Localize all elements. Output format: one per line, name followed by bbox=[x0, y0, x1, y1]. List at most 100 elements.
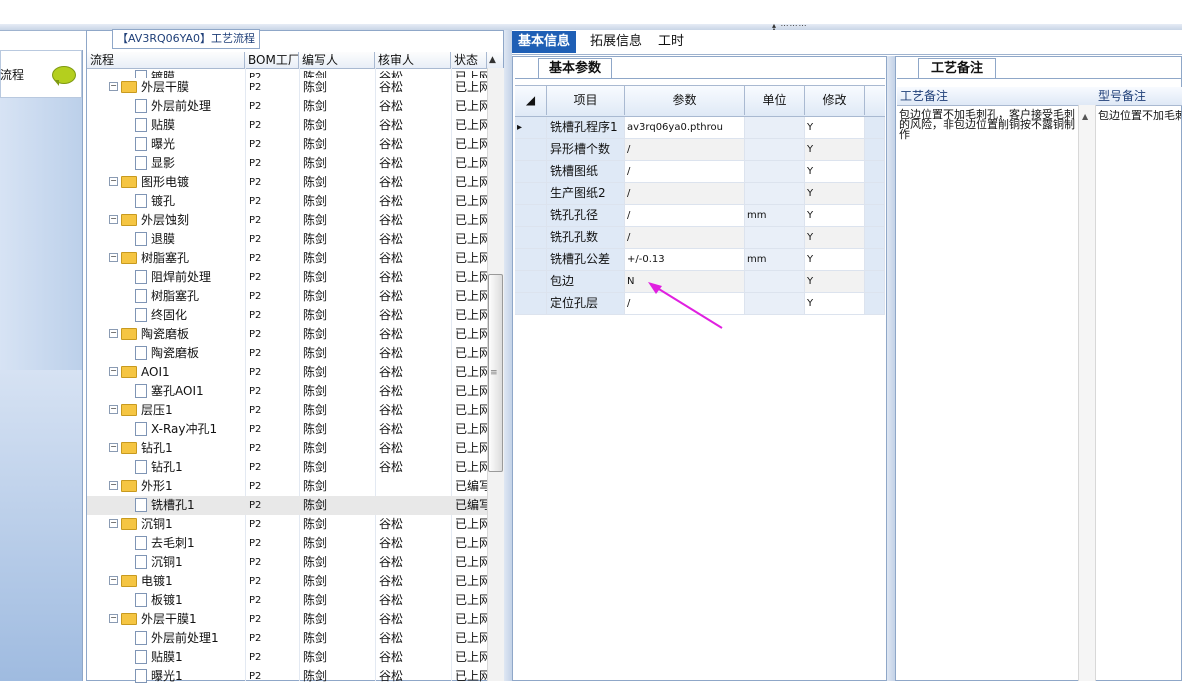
tree-row[interactable]: − 外层干膜 P2 陈剑 谷松 已上网 bbox=[87, 78, 487, 97]
expand-icon[interactable]: − bbox=[109, 614, 118, 623]
tree-col-status[interactable]: 状态 bbox=[451, 52, 487, 68]
expand-icon[interactable]: − bbox=[109, 82, 118, 91]
expand-icon[interactable]: − bbox=[109, 576, 118, 585]
row-indicator[interactable] bbox=[515, 183, 547, 204]
grid-corner[interactable]: ◢ bbox=[515, 85, 547, 115]
tree-col-reviewer[interactable]: 核审人 bbox=[375, 52, 451, 68]
tree-col-process[interactable]: 流程 bbox=[87, 52, 245, 68]
param-modify-cell[interactable]: Y bbox=[805, 293, 865, 314]
param-unit-cell[interactable] bbox=[745, 183, 805, 204]
param-unit-cell[interactable] bbox=[745, 161, 805, 182]
param-modify-cell[interactable]: Y bbox=[805, 161, 865, 182]
tree-row[interactable]: 沉铜1 P2 陈剑 谷松 已上网 bbox=[87, 553, 487, 572]
tree-row[interactable]: − 外层干膜1 P2 陈剑 谷松 已上网 bbox=[87, 610, 487, 629]
tree-row[interactable]: 贴膜 P2 陈剑 谷松 已上网 bbox=[87, 116, 487, 135]
tree-col-writer[interactable]: 编写人 bbox=[299, 52, 375, 68]
param-value-cell[interactable]: / bbox=[625, 205, 745, 226]
tree-row[interactable]: 阻焊前处理 P2 陈剑 谷松 已上网 bbox=[87, 268, 487, 287]
param-value-cell[interactable]: +/-0.13 bbox=[625, 249, 745, 270]
tree-row[interactable]: − 层压1 P2 陈剑 谷松 已上网 bbox=[87, 401, 487, 420]
param-modify-cell[interactable]: Y bbox=[805, 117, 865, 138]
row-indicator[interactable] bbox=[515, 205, 547, 226]
param-modify-cell[interactable]: Y bbox=[805, 227, 865, 248]
param-unit-cell[interactable] bbox=[745, 117, 805, 138]
param-value-cell[interactable]: / bbox=[625, 161, 745, 182]
param-unit-cell[interactable]: mm bbox=[745, 249, 805, 270]
tab-work-hours[interactable]: 工时 bbox=[652, 31, 690, 53]
param-modify-cell[interactable]: Y bbox=[805, 249, 865, 270]
param-unit-cell[interactable] bbox=[745, 271, 805, 292]
tree-row[interactable]: 终固化 P2 陈剑 谷松 已上网 bbox=[87, 306, 487, 325]
tree-row[interactable]: 贴膜1 P2 陈剑 谷松 已上网 bbox=[87, 648, 487, 667]
notes-scrollbar[interactable] bbox=[1078, 105, 1096, 681]
tree-row[interactable]: − 外层蚀刻 P2 陈剑 谷松 已上网 bbox=[87, 211, 487, 230]
expand-icon[interactable]: − bbox=[109, 367, 118, 376]
tree-row[interactable]: 显影 P2 陈剑 谷松 已上网 bbox=[87, 154, 487, 173]
param-modify-cell[interactable]: Y bbox=[805, 183, 865, 204]
row-indicator[interactable] bbox=[515, 271, 547, 292]
params-row[interactable]: 铣槽图纸 / Y bbox=[515, 161, 885, 183]
params-row[interactable]: 铣孔孔数 / Y bbox=[515, 227, 885, 249]
grid-col-item[interactable]: 项目 bbox=[547, 85, 625, 115]
param-value-cell[interactable]: / bbox=[625, 227, 745, 248]
notes-col-model[interactable]: 型号备注 bbox=[1095, 87, 1182, 105]
scroll-up-icon[interactable]: ▲ bbox=[489, 55, 496, 65]
tab-process-notes[interactable]: 工艺备注 bbox=[918, 58, 996, 79]
splitter-grip-icon[interactable]: ▴ ⋯⋯⋯ ▴ bbox=[772, 22, 812, 34]
tree-row[interactable]: − AOI1 P2 陈剑 谷松 已上网 bbox=[87, 363, 487, 382]
current-row-marker-icon[interactable]: ▸ bbox=[515, 117, 547, 138]
expand-icon[interactable]: − bbox=[109, 443, 118, 452]
tree-row[interactable]: − 树脂塞孔 P2 陈剑 谷松 已上网 bbox=[87, 249, 487, 268]
tree-row[interactable]: 陶瓷磨板 P2 陈剑 谷松 已上网 bbox=[87, 344, 487, 363]
param-value-cell[interactable]: / bbox=[625, 183, 745, 204]
row-indicator[interactable] bbox=[515, 139, 547, 160]
model-note-text[interactable]: 包边位置不加毛刺 bbox=[1098, 110, 1182, 122]
params-row[interactable]: 异形槽个数 / Y bbox=[515, 139, 885, 161]
expand-icon[interactable]: − bbox=[109, 481, 118, 490]
tree-row[interactable]: 曝光 P2 陈剑 谷松 已上网 bbox=[87, 135, 487, 154]
param-modify-cell[interactable]: Y bbox=[805, 271, 865, 292]
tree-row[interactable]: 外层前处理 P2 陈剑 谷松 已上网 bbox=[87, 97, 487, 116]
tree-row[interactable]: 去毛刺1 P2 陈剑 谷松 已上网 bbox=[87, 534, 487, 553]
param-value-cell[interactable]: / bbox=[625, 139, 745, 160]
expand-icon[interactable]: − bbox=[109, 519, 118, 528]
tab-basic-params[interactable]: 基本参数 bbox=[538, 58, 612, 79]
middle-splitter[interactable] bbox=[504, 30, 512, 681]
tree-row[interactable]: 外层前处理1 P2 陈剑 谷松 已上网 bbox=[87, 629, 487, 648]
tree-row[interactable]: 镀膜 P2 陈剑 谷松 已上网 bbox=[87, 68, 487, 78]
expand-icon[interactable]: − bbox=[109, 215, 118, 224]
param-unit-cell[interactable] bbox=[745, 139, 805, 160]
tab-basic-info[interactable]: 基本信息 bbox=[512, 31, 577, 53]
param-modify-cell[interactable]: Y bbox=[805, 139, 865, 160]
scroll-up-icon[interactable]: ▲ bbox=[1082, 112, 1088, 121]
tree-row[interactable]: 铣槽孔1 P2 陈剑 已编写 bbox=[87, 496, 487, 515]
row-indicator[interactable] bbox=[515, 249, 547, 270]
tab-extended-info[interactable]: 拓展信息 bbox=[584, 31, 648, 53]
tree-row[interactable]: − 陶瓷磨板 P2 陈剑 谷松 已上网 bbox=[87, 325, 487, 344]
expand-icon[interactable]: − bbox=[109, 405, 118, 414]
param-unit-cell[interactable] bbox=[745, 293, 805, 314]
tree-row[interactable]: 曝光1 P2 陈剑 谷松 已上网 bbox=[87, 667, 487, 686]
notes-col-process[interactable]: 工艺备注 bbox=[897, 87, 1077, 105]
grid-col-modify[interactable]: 修改 bbox=[805, 85, 865, 115]
tree-row[interactable]: X-Ray冲孔1 P2 陈剑 谷松 已上网 bbox=[87, 420, 487, 439]
params-row[interactable]: 铣孔孔径 / mm Y bbox=[515, 205, 885, 227]
tree-col-bom[interactable]: BOM工厂 bbox=[245, 52, 299, 68]
right-splitter[interactable] bbox=[887, 56, 895, 681]
param-unit-cell[interactable]: mm bbox=[745, 205, 805, 226]
tree-row[interactable]: − 图形电镀 P2 陈剑 谷松 已上网 bbox=[87, 173, 487, 192]
grid-col-param[interactable]: 参数 bbox=[625, 85, 745, 115]
row-indicator[interactable] bbox=[515, 227, 547, 248]
param-value-cell[interactable]: av3rq06ya0.pthrou bbox=[625, 117, 745, 138]
grid-col-unit[interactable]: 单位 bbox=[745, 85, 805, 115]
tree-row[interactable]: 塞孔AOI1 P2 陈剑 谷松 已上网 bbox=[87, 382, 487, 401]
row-indicator[interactable] bbox=[515, 293, 547, 314]
params-row[interactable]: 生产图纸2/ Y bbox=[515, 183, 885, 205]
tree-row[interactable]: 钻孔1 P2 陈剑 谷松 已上网 bbox=[87, 458, 487, 477]
tree-row[interactable]: − 电镀1 P2 陈剑 谷松 已上网 bbox=[87, 572, 487, 591]
tree-row[interactable]: 树脂塞孔 P2 陈剑 谷松 已上网 bbox=[87, 287, 487, 306]
param-unit-cell[interactable] bbox=[745, 227, 805, 248]
expand-icon[interactable]: − bbox=[109, 329, 118, 338]
tree-row[interactable]: − 沉铜1 P2 陈剑 谷松 已上网 bbox=[87, 515, 487, 534]
tree-row[interactable]: 镀孔 P2 陈剑 谷松 已上网 bbox=[87, 192, 487, 211]
